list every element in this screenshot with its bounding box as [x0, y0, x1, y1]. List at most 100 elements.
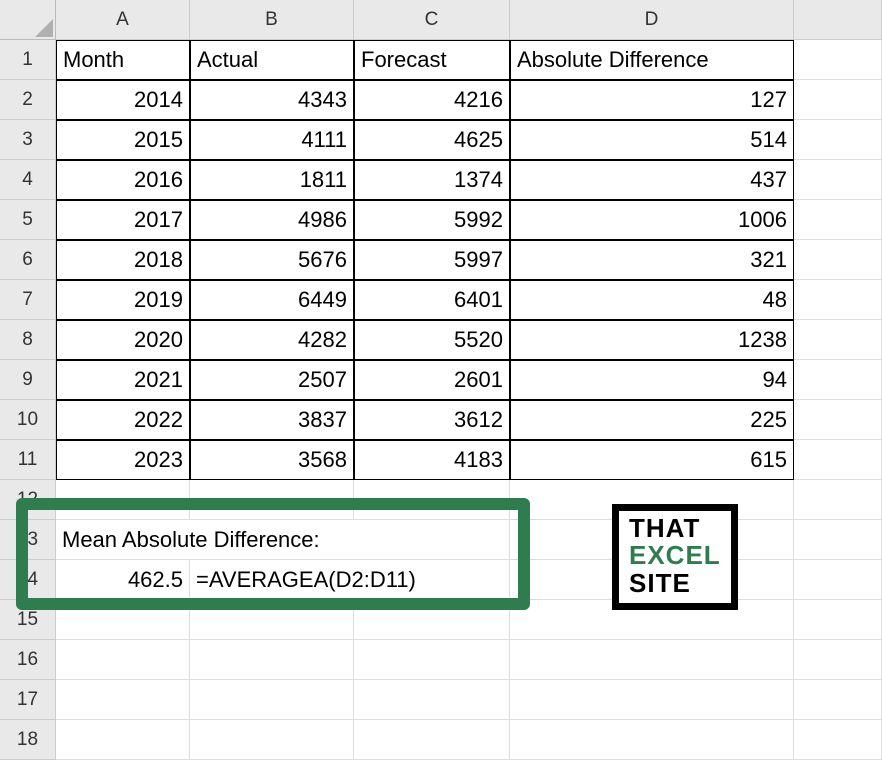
row-header-8[interactable]: 8	[0, 320, 56, 360]
cell-A4[interactable]: 2016	[56, 160, 190, 200]
cell-B3[interactable]: 4111	[190, 120, 354, 160]
row-header-4[interactable]: 4	[0, 160, 56, 200]
cell-E10[interactable]	[794, 400, 882, 440]
cell-A5[interactable]: 2017	[56, 200, 190, 240]
col-header-next[interactable]	[794, 0, 882, 40]
cell-E2[interactable]	[794, 80, 882, 120]
cell-A13-label[interactable]: Mean Absolute Difference:	[56, 520, 510, 560]
col-header-D[interactable]: D	[510, 0, 794, 40]
cell-E6[interactable]	[794, 240, 882, 280]
cell-A7[interactable]: 2019	[56, 280, 190, 320]
row-header-10[interactable]: 10	[0, 400, 56, 440]
cell-B17[interactable]	[190, 680, 354, 720]
cell-E8[interactable]	[794, 320, 882, 360]
cell-D8[interactable]: 1238	[510, 320, 794, 360]
cell-C2[interactable]: 4216	[354, 80, 510, 120]
cell-B5[interactable]: 4986	[190, 200, 354, 240]
cell-B12[interactable]	[190, 480, 354, 520]
row-header-1[interactable]: 1	[0, 40, 56, 80]
cell-A12[interactable]	[56, 480, 190, 520]
cell-C3[interactable]: 4625	[354, 120, 510, 160]
cell-C1[interactable]: Forecast	[354, 40, 510, 80]
cell-D11[interactable]: 615	[510, 440, 794, 480]
cell-A17[interactable]	[56, 680, 190, 720]
cell-A2[interactable]: 2014	[56, 80, 190, 120]
col-header-B[interactable]: B	[190, 0, 354, 40]
cell-E12[interactable]	[794, 480, 882, 520]
cell-E15[interactable]	[794, 600, 882, 640]
cell-B6[interactable]: 5676	[190, 240, 354, 280]
cell-B9[interactable]: 2507	[190, 360, 354, 400]
cell-C7[interactable]: 6401	[354, 280, 510, 320]
cell-C5[interactable]: 5992	[354, 200, 510, 240]
cell-B4[interactable]: 1811	[190, 160, 354, 200]
select-all-corner[interactable]	[0, 0, 56, 40]
cell-C16[interactable]	[354, 640, 510, 680]
cell-D4[interactable]: 437	[510, 160, 794, 200]
row-header-3[interactable]: 3	[0, 120, 56, 160]
cell-D1[interactable]: Absolute Difference	[510, 40, 794, 80]
cell-D10[interactable]: 225	[510, 400, 794, 440]
cell-E5[interactable]	[794, 200, 882, 240]
cell-E14[interactable]	[794, 560, 882, 600]
cell-E18[interactable]	[794, 720, 882, 760]
cell-E7[interactable]	[794, 280, 882, 320]
cell-D16[interactable]	[510, 640, 794, 680]
cell-E17[interactable]	[794, 680, 882, 720]
row-header-18[interactable]: 18	[0, 720, 56, 760]
cell-B8[interactable]: 4282	[190, 320, 354, 360]
cell-C11[interactable]: 4183	[354, 440, 510, 480]
col-header-A[interactable]: A	[56, 0, 190, 40]
cell-A9[interactable]: 2021	[56, 360, 190, 400]
cell-C8[interactable]: 5520	[354, 320, 510, 360]
cell-E3[interactable]	[794, 120, 882, 160]
col-header-C[interactable]: C	[354, 0, 510, 40]
cell-C12[interactable]	[354, 480, 510, 520]
cell-A1[interactable]: Month	[56, 40, 190, 80]
cell-A15[interactable]	[56, 600, 190, 640]
cell-C6[interactable]: 5997	[354, 240, 510, 280]
cell-D3[interactable]: 514	[510, 120, 794, 160]
cell-D18[interactable]	[510, 720, 794, 760]
cell-B2[interactable]: 4343	[190, 80, 354, 120]
cell-B7[interactable]: 6449	[190, 280, 354, 320]
cell-A6[interactable]: 2018	[56, 240, 190, 280]
row-header-15[interactable]: 15	[0, 600, 56, 640]
cell-D9[interactable]: 94	[510, 360, 794, 400]
cell-E1[interactable]	[794, 40, 882, 80]
cell-E11[interactable]	[794, 440, 882, 480]
cell-B16[interactable]	[190, 640, 354, 680]
row-header-13[interactable]: 13	[0, 520, 56, 560]
cell-D7[interactable]: 48	[510, 280, 794, 320]
cell-C9[interactable]: 2601	[354, 360, 510, 400]
cell-B11[interactable]: 3568	[190, 440, 354, 480]
row-header-12[interactable]: 12	[0, 480, 56, 520]
cell-D17[interactable]	[510, 680, 794, 720]
cell-B10[interactable]: 3837	[190, 400, 354, 440]
row-header-5[interactable]: 5	[0, 200, 56, 240]
cell-A14-result[interactable]: 462.5	[56, 560, 190, 600]
cell-A8[interactable]: 2020	[56, 320, 190, 360]
row-header-17[interactable]: 17	[0, 680, 56, 720]
cell-E16[interactable]	[794, 640, 882, 680]
row-header-7[interactable]: 7	[0, 280, 56, 320]
row-header-6[interactable]: 6	[0, 240, 56, 280]
cell-C17[interactable]	[354, 680, 510, 720]
cell-B18[interactable]	[190, 720, 354, 760]
cell-D6[interactable]: 321	[510, 240, 794, 280]
row-header-11[interactable]: 11	[0, 440, 56, 480]
cell-E13[interactable]	[794, 520, 882, 560]
cell-B14-formula[interactable]: =AVERAGEA(D2:D11)	[190, 560, 510, 600]
cell-C10[interactable]: 3612	[354, 400, 510, 440]
cell-A10[interactable]: 2022	[56, 400, 190, 440]
cell-A3[interactable]: 2015	[56, 120, 190, 160]
cell-C15[interactable]	[354, 600, 510, 640]
row-header-16[interactable]: 16	[0, 640, 56, 680]
cell-A16[interactable]	[56, 640, 190, 680]
row-header-9[interactable]: 9	[0, 360, 56, 400]
cell-D5[interactable]: 1006	[510, 200, 794, 240]
row-header-2[interactable]: 2	[0, 80, 56, 120]
cell-E9[interactable]	[794, 360, 882, 400]
cell-B1[interactable]: Actual	[190, 40, 354, 80]
cell-B15[interactable]	[190, 600, 354, 640]
